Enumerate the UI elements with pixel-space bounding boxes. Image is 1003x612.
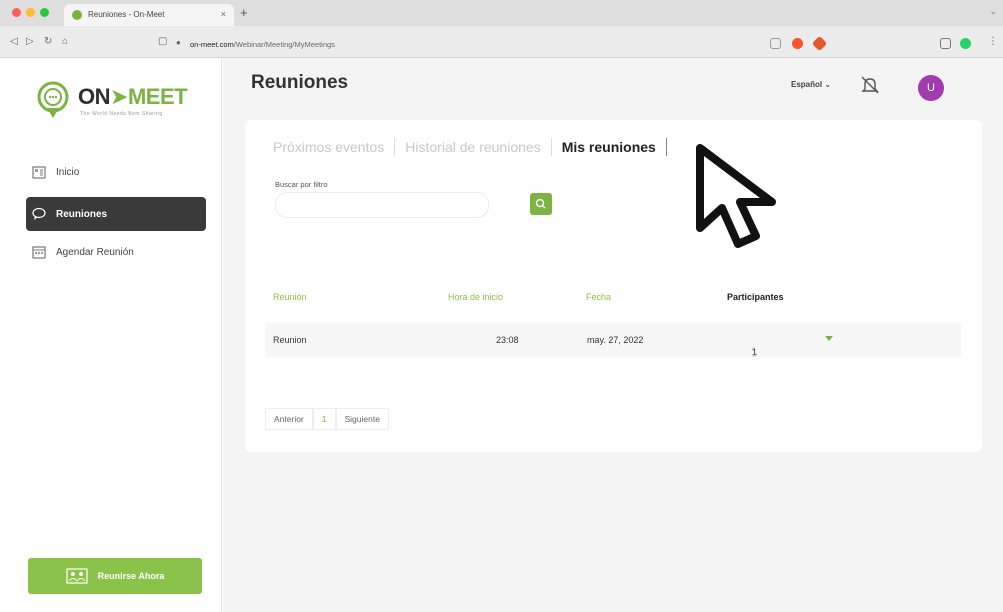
minimize-window-button[interactable]: [26, 8, 35, 17]
sidebar-item-label: Reuniones: [56, 208, 108, 220]
url-path: /Webinar/Meeting/MyMeetings: [233, 40, 335, 49]
close-window-button[interactable]: [12, 8, 21, 17]
pagination: Anterior 1 Siguiente: [265, 408, 389, 430]
tab-mis-reuniones[interactable]: Mis reuniones: [552, 138, 667, 156]
previous-page-button[interactable]: Anterior: [265, 408, 313, 430]
column-header-reunion[interactable]: Reunión: [273, 292, 307, 302]
window-icon[interactable]: [940, 38, 951, 49]
browser-chrome: Reuniones - On-Meet × + ⌄ ◁ ▷ ↻ ⌂ ▢ ● on…: [0, 0, 1003, 58]
meetings-card: Próximos eventos Historial de reuniones …: [245, 120, 982, 452]
address-bar[interactable]: on-meet.com/Webinar/Meeting/MyMeetings: [190, 40, 335, 49]
brave-shield-icon[interactable]: [792, 38, 803, 49]
search-button[interactable]: [530, 193, 552, 215]
tab-proximos-eventos[interactable]: Próximos eventos: [273, 138, 396, 156]
tab-list-chevron-icon[interactable]: ⌄: [989, 6, 997, 17]
language-value: Español: [791, 80, 823, 89]
mouse-pointer-icon: [696, 144, 776, 248]
meetings-icon: [32, 207, 46, 220]
meeting-start-time: 23:08: [496, 335, 519, 345]
on-meet-logo[interactable]: ON➤MEET The World Needs Bem Sharing: [34, 80, 204, 124]
calendar-icon: [32, 246, 46, 259]
sidebar-item-label: Agendar Reunión: [56, 246, 134, 258]
logo-tagline: The World Needs Bem Sharing: [80, 111, 163, 117]
forward-icon[interactable]: ▷: [26, 36, 34, 47]
logo-wordmark: ON➤MEET: [78, 84, 188, 109]
avatar[interactable]: U: [918, 75, 944, 101]
sidebar-item-agendar-reunion[interactable]: Agendar Reunión: [26, 235, 206, 269]
browser-tab-title: Reuniones - On-Meet: [88, 10, 165, 19]
column-header-hora-de-inicio[interactable]: Hora de inicio: [448, 292, 503, 302]
sidebar: ON➤MEET The World Needs Bem Sharing Inic…: [0, 58, 222, 612]
search-input[interactable]: [275, 192, 489, 218]
search-icon: [535, 198, 546, 209]
reload-icon[interactable]: ↻: [44, 36, 52, 47]
new-tab-button[interactable]: +: [240, 5, 248, 20]
table-header: Reunión Hora de inicio Fecha Participant…: [273, 292, 963, 308]
table-row[interactable]: Reunion 23:08 may. 27, 2022 1 /∞: [265, 323, 961, 359]
tab-historial-de-reuniones[interactable]: Historial de reuniones: [395, 138, 552, 156]
page-title: Reuniones: [251, 72, 349, 93]
sidebar-item-inicio[interactable]: Inicio: [26, 155, 206, 189]
sidebar-item-label: Inicio: [56, 166, 80, 178]
browser-menu-icon[interactable]: ⋮: [988, 36, 998, 47]
logo-chat-icon: [37, 81, 69, 118]
column-header-fecha[interactable]: Fecha: [586, 292, 611, 302]
lock-icon: ●: [176, 38, 181, 47]
language-selector[interactable]: Español ⌄: [791, 80, 831, 89]
browser-nav-row: ◁ ▷ ↻ ⌂ ▢ ● on-meet.com/Webinar/Meeting/…: [0, 30, 1003, 58]
home-browser-icon[interactable]: ⌂: [62, 36, 68, 47]
favicon-icon: [72, 10, 82, 20]
page-number-button[interactable]: 1: [312, 408, 336, 430]
chevron-down-icon: ⌄: [824, 80, 832, 89]
meeting-name: Reunion: [273, 335, 307, 345]
whatsapp-icon[interactable]: [960, 38, 971, 49]
notifications-muted-icon[interactable]: [859, 74, 881, 96]
column-header-participantes: Participantes: [727, 292, 784, 302]
home-icon: [32, 166, 46, 179]
start-meeting-icon: [66, 568, 88, 584]
filter-label: Buscar por filtro: [275, 180, 328, 189]
share-icon[interactable]: [770, 38, 781, 49]
maximize-window-button[interactable]: [40, 8, 49, 17]
expand-row-chevron-icon[interactable]: [825, 336, 833, 341]
main-content: Reuniones Español ⌄ U Próximos eventos H…: [223, 58, 1003, 612]
tab-strip: Reuniones - On-Meet × + ⌄: [0, 0, 1003, 26]
close-tab-icon[interactable]: ×: [221, 9, 226, 19]
meeting-date: may. 27, 2022: [587, 335, 644, 345]
meeting-tabs: Próximos eventos Historial de reuniones …: [273, 138, 667, 156]
browser-tab[interactable]: Reuniones - On-Meet ×: [64, 4, 234, 26]
start-button-label: Reunirse Ahora: [97, 571, 165, 581]
bookmark-icon[interactable]: ▢: [158, 36, 167, 47]
window-controls: [12, 8, 49, 17]
sidebar-item-reuniones[interactable]: Reuniones: [26, 197, 206, 231]
rewards-icon[interactable]: [811, 35, 828, 52]
next-page-button[interactable]: Siguiente: [335, 408, 389, 430]
start-meeting-now-button[interactable]: Reunirse Ahora: [28, 558, 202, 594]
back-icon[interactable]: ◁: [10, 36, 18, 47]
url-host: on-meet.com: [190, 40, 234, 49]
